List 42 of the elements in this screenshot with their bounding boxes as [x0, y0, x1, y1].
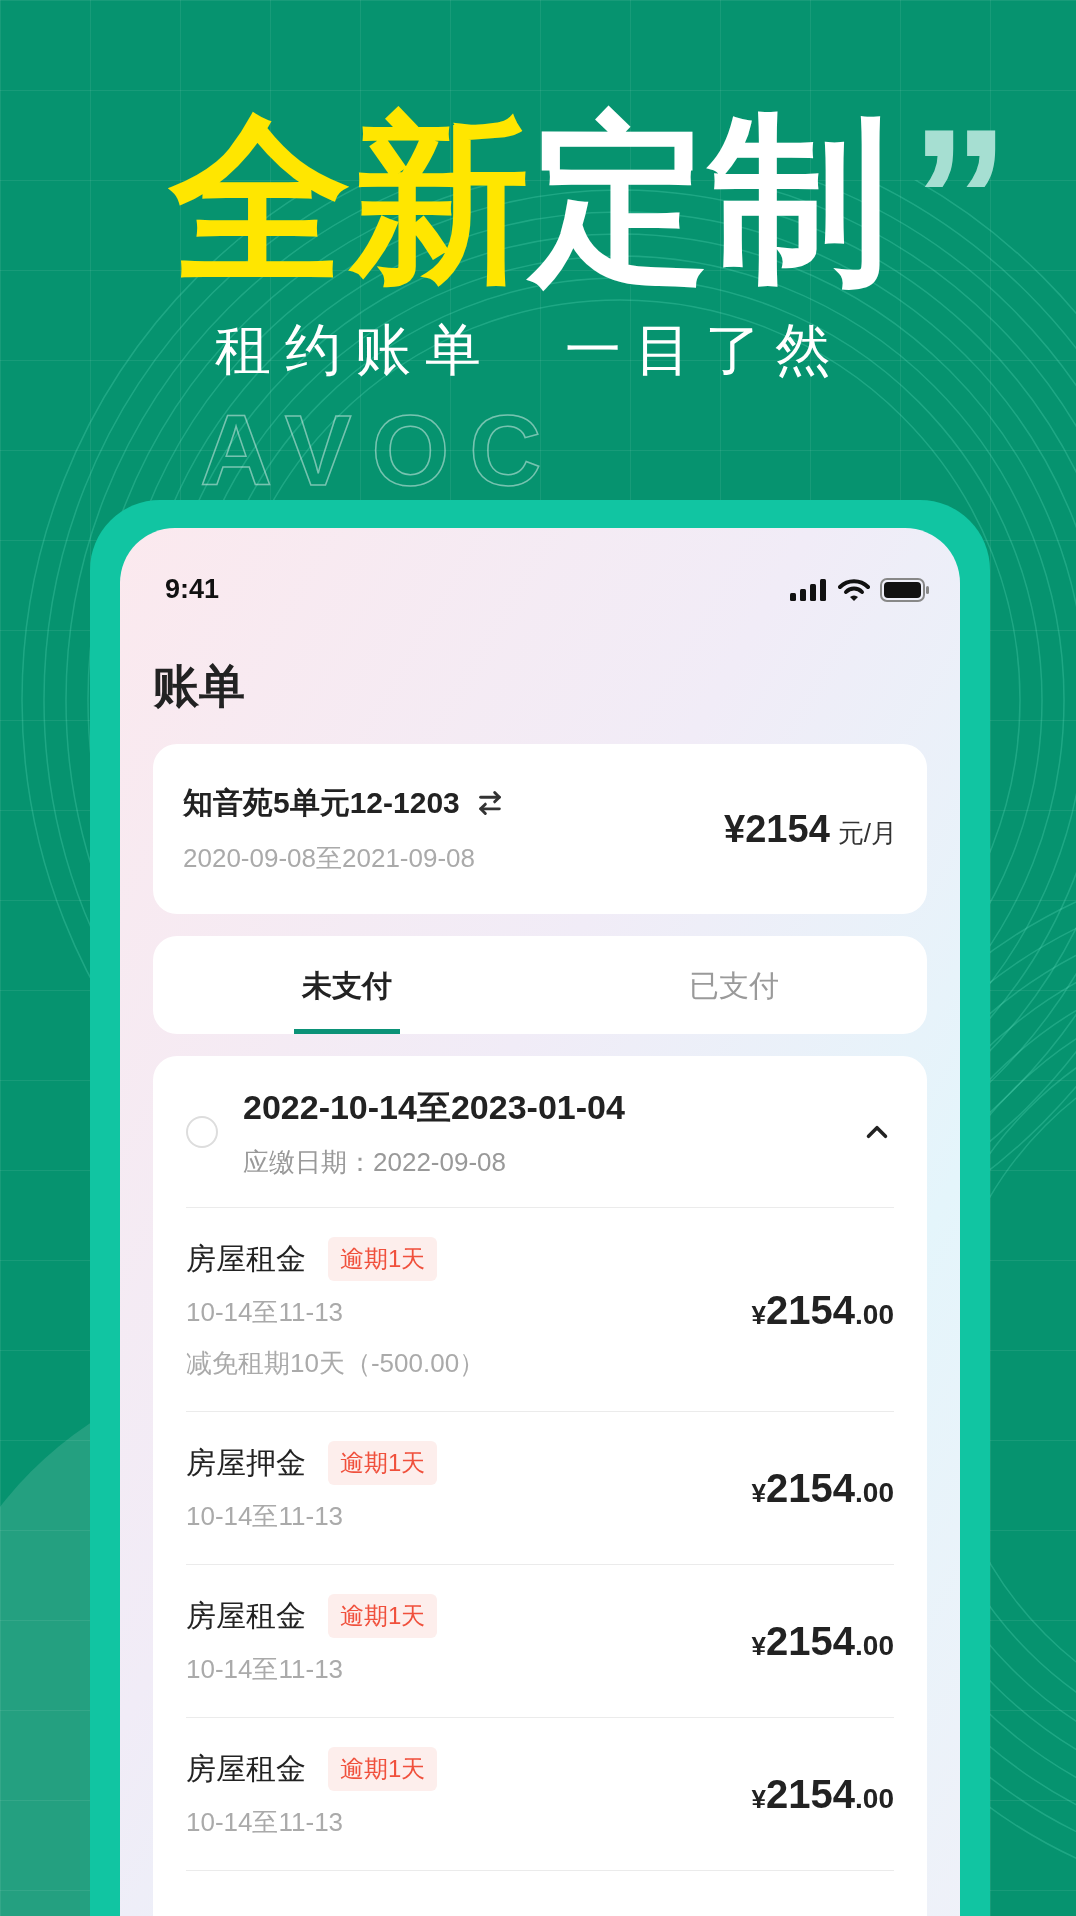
- radio-button[interactable]: [186, 1115, 218, 1148]
- item-amount: 2154: [766, 1771, 856, 1818]
- item-note: 减免租期10天（-500.00）: [186, 1347, 486, 1380]
- price-unit: 元/月: [837, 816, 897, 850]
- subtitle-text: 一目了然: [565, 317, 845, 383]
- page-title: 账单: [153, 659, 246, 714]
- item-name: 房屋租金: [186, 1598, 306, 1634]
- battery-icon: [880, 577, 930, 602]
- wifi-icon: [838, 578, 870, 601]
- lease-period: 2020-09-08至2021-09-08: [183, 842, 476, 875]
- background-text: AVOC: [200, 400, 562, 500]
- quote-mark: ”: [910, 105, 1010, 295]
- due-date: 应缴日期：2022-09-08: [243, 1145, 507, 1179]
- item-dates: 10-14至11-13: [186, 1296, 345, 1329]
- status-time: 9:41: [165, 573, 220, 607]
- currency-sign: ¥: [751, 1784, 767, 1816]
- amount-cents: .00: [855, 1298, 894, 1332]
- currency-sign: ¥: [751, 1478, 767, 1510]
- lease-address: 知音苑5单元12-1203: [183, 785, 460, 821]
- item-amount: 2154: [766, 1618, 856, 1665]
- amount-cents: .00: [855, 1477, 894, 1510]
- item-name: 房屋租金: [186, 1751, 306, 1787]
- overdue-tag: 逾期1天: [328, 1440, 438, 1485]
- item-dates: 10-14至11-13: [186, 1500, 345, 1533]
- subtitle-text: 租约账单: [215, 317, 495, 383]
- item-name: 房屋押金: [186, 1445, 306, 1481]
- item-name: 房屋租金: [186, 1241, 306, 1277]
- item-amount: 2154: [766, 1286, 856, 1334]
- overdue-tag: 逾期1天: [328, 1746, 438, 1791]
- tab[interactable]: 未支付: [293, 936, 400, 1034]
- overdue-tag: 逾期1天: [328, 1236, 438, 1281]
- item-dates: 10-14至11-13: [186, 1806, 345, 1839]
- amount-cents: .00: [855, 1783, 894, 1816]
- currency-sign: ¥: [751, 1631, 767, 1663]
- currency-sign: ¥: [751, 1299, 767, 1332]
- bill-period: 2022-10-14至2023-01-04: [243, 1086, 626, 1128]
- lease-price: ¥2154: [724, 806, 830, 852]
- item-amount: 2154: [766, 1465, 856, 1512]
- item-dates: 10-14至11-13: [186, 1653, 345, 1686]
- amount-cents: .00: [855, 1630, 894, 1663]
- overdue-tag: 逾期1天: [328, 1593, 438, 1638]
- signal-icon: [790, 578, 828, 601]
